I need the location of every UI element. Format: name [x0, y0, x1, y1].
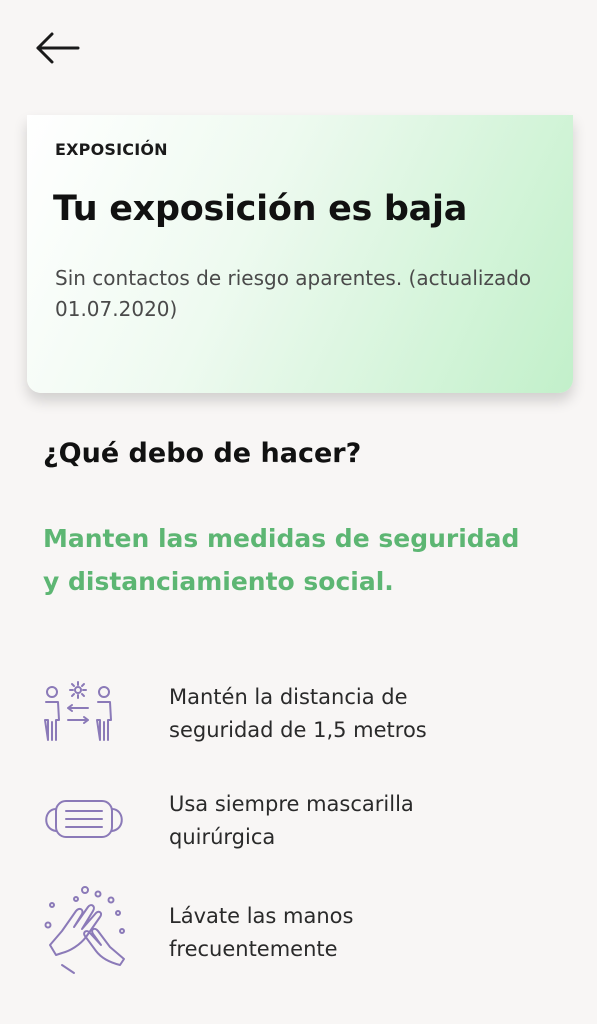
- tip-text: Mantén la distancia de seguridad de 1,5 …: [169, 685, 427, 742]
- card-description: Sin contactos de riesgo aparentes. (actu…: [55, 266, 532, 321]
- social-distance-icon: [38, 678, 130, 770]
- tip-text: Lávate las manos frecuentemente: [169, 904, 354, 961]
- exposure-status-card: EXPOSICIÓN Tu exposición es baja Sin con…: [27, 115, 573, 393]
- section-title: ¿Qué debo de hacer?: [43, 438, 362, 469]
- back-button[interactable]: [30, 28, 82, 68]
- arrow-left-icon: [36, 32, 80, 64]
- card-title: Tu exposición es baja: [53, 189, 468, 229]
- hand-washing-icon: [38, 885, 130, 977]
- top-bar: [0, 0, 597, 100]
- face-mask-icon: [38, 795, 130, 887]
- card-label: EXPOSICIÓN: [55, 140, 168, 159]
- tip-text: Usa siempre mascarilla quirúrgica: [169, 792, 414, 849]
- recommendation-highlight: Manten las medidas de seguridad y distan…: [43, 524, 520, 596]
